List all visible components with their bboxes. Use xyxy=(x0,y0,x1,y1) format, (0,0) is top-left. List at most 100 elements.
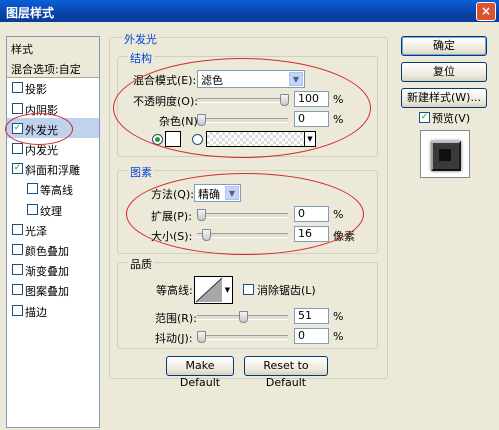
sidebar-item-label: 描边 xyxy=(25,305,47,319)
contour-dropdown[interactable]: ▼ xyxy=(223,276,233,304)
new-style-button[interactable]: 新建样式(W)... xyxy=(401,88,487,108)
technique-select[interactable]: 精确 ▼ xyxy=(194,184,241,202)
range-input[interactable]: 51 xyxy=(294,308,329,324)
sidebar-item-label: 投影 xyxy=(25,83,47,97)
preview-square-icon xyxy=(431,141,461,171)
technique-label: 方法(Q): xyxy=(151,188,194,201)
sidebar-item-checkbox[interactable] xyxy=(12,244,23,255)
window-title: 图层样式 xyxy=(6,6,55,20)
noise-input[interactable]: 0 xyxy=(294,111,329,127)
sidebar-item[interactable]: 纹理 xyxy=(7,199,99,219)
sidebar-item-label: 混合选项:自定 xyxy=(11,63,81,77)
make-default-button[interactable]: Make Default xyxy=(166,356,234,389)
styles-list: 样式 混合选项:自定 投影 内阴影 ✓ 外发光 内发光 ✓ 斜面和浮雕 等高线 纹理 光泽 颜色叠加 渐变… xyxy=(6,36,100,428)
jitter-label: 抖动(J): xyxy=(155,332,193,345)
opacity-label: 不透明度(O): xyxy=(133,95,198,108)
chevron-down-icon: ▼ xyxy=(289,72,303,86)
sidebar-item-label: 内阴影 xyxy=(25,103,58,117)
jitter-unit: % xyxy=(333,330,344,343)
sidebar-item[interactable]: 等高线 xyxy=(7,178,99,198)
blend-mode-label: 混合模式(E): xyxy=(133,74,197,87)
size-slider-thumb[interactable] xyxy=(201,229,211,241)
sidebar-item-label: 光泽 xyxy=(25,224,47,238)
opacity-input[interactable]: 100 xyxy=(294,91,329,107)
sidebar-item[interactable]: 描边 xyxy=(7,300,99,320)
sidebar-item-checkbox[interactable]: ✓ xyxy=(12,122,23,134)
spread-slider-thumb[interactable] xyxy=(197,209,206,221)
outer-glow-title: 外发光 xyxy=(122,31,159,47)
range-label: 范围(R): xyxy=(155,312,197,325)
sidebar-item[interactable]: 图案叠加 xyxy=(7,279,99,299)
preview-label: 预览(V) xyxy=(432,112,471,125)
chevron-down-icon: ▼ xyxy=(224,286,231,294)
sidebar-item[interactable]: 样式 xyxy=(7,37,99,58)
contour-label: 等高线: xyxy=(156,284,193,297)
close-button[interactable]: × xyxy=(476,2,496,21)
reset-to-default-button[interactable]: Reset to Default xyxy=(244,356,328,389)
range-slider-thumb[interactable] xyxy=(239,311,249,323)
sidebar-item[interactable]: 投影 xyxy=(7,77,99,97)
preview-checkbox[interactable]: ✓ xyxy=(419,112,430,123)
glow-color-swatch[interactable] xyxy=(165,131,181,147)
sidebar-item[interactable]: ✓ 外发光 xyxy=(7,117,99,138)
sidebar-item[interactable]: 渐变叠加 xyxy=(7,259,99,279)
sidebar-item-label: 纹理 xyxy=(40,204,62,218)
ok-button[interactable]: 确定 xyxy=(401,36,487,56)
sidebar-item[interactable]: 内发光 xyxy=(7,138,99,158)
sidebar-item-label: 图案叠加 xyxy=(25,285,69,299)
opacity-unit: % xyxy=(333,93,344,106)
jitter-input[interactable]: 0 xyxy=(294,328,329,344)
title-bar: 图层样式 × xyxy=(0,0,499,22)
chevron-down-icon: ▼ xyxy=(225,186,239,200)
contour-picker[interactable] xyxy=(194,276,224,304)
sidebar-item-checkbox[interactable] xyxy=(12,223,23,235)
anti-alias-label: 消除锯齿(L) xyxy=(257,284,316,297)
spread-unit: % xyxy=(333,208,344,221)
sidebar-item-checkbox[interactable] xyxy=(12,102,23,114)
sidebar-item-checkbox[interactable] xyxy=(27,203,38,215)
sidebar-item-checkbox[interactable]: ✓ xyxy=(12,163,23,175)
sidebar-item-checkbox[interactable] xyxy=(12,143,23,154)
sidebar-item-checkbox[interactable] xyxy=(12,82,23,94)
sidebar-item-label: 斜面和浮雕 xyxy=(25,164,80,178)
reset-button[interactable]: 复位 xyxy=(401,62,487,82)
sidebar-item-label: 内发光 xyxy=(25,144,58,157)
radio-dot xyxy=(155,137,160,142)
sidebar-item-checkbox[interactable] xyxy=(12,264,23,276)
sidebar-item[interactable]: 混合选项:自定 xyxy=(7,57,99,79)
style-preview-thumbnail xyxy=(420,130,470,178)
blend-mode-select[interactable]: 滤色 ▼ xyxy=(197,70,305,88)
sidebar-item[interactable]: 光泽 xyxy=(7,219,99,239)
noise-unit: % xyxy=(333,113,344,126)
size-input[interactable]: 16 xyxy=(294,226,329,242)
opacity-slider-track[interactable] xyxy=(197,98,288,103)
noise-slider-track[interactable] xyxy=(197,118,288,123)
jitter-slider-thumb[interactable] xyxy=(197,331,206,343)
sidebar-item-checkbox[interactable] xyxy=(27,183,38,195)
color-radio[interactable] xyxy=(152,134,163,145)
anti-alias-checkbox[interactable] xyxy=(243,284,254,295)
spread-label: 扩展(P): xyxy=(151,210,192,223)
quality-title: 品质 xyxy=(128,256,154,272)
spread-input[interactable]: 0 xyxy=(294,206,329,222)
sidebar-item[interactable]: ✓ 斜面和浮雕 xyxy=(7,158,99,178)
sidebar-item-checkbox[interactable] xyxy=(12,304,23,316)
sidebar-item[interactable]: 内阴影 xyxy=(7,98,99,118)
size-unit: 像素 xyxy=(333,230,355,243)
spread-slider-track[interactable] xyxy=(197,213,288,218)
chevron-down-icon: ▼ xyxy=(304,132,315,146)
size-label: 大小(S): xyxy=(151,230,193,243)
elements-title: 图素 xyxy=(128,164,154,180)
jitter-slider-track[interactable] xyxy=(197,335,288,340)
structure-title: 结构 xyxy=(128,50,154,66)
gradient-picker[interactable]: ▼ xyxy=(206,131,316,147)
opacity-slider-thumb[interactable] xyxy=(280,94,289,106)
sidebar-item-checkbox[interactable] xyxy=(12,284,23,296)
contour-curve-icon xyxy=(195,277,223,303)
sidebar-item[interactable]: 颜色叠加 xyxy=(7,239,99,259)
sidebar-item-label: 样式 xyxy=(11,43,33,56)
noise-slider-thumb[interactable] xyxy=(197,114,206,126)
sidebar-item-label: 渐变叠加 xyxy=(25,265,69,279)
gradient-radio[interactable] xyxy=(192,134,203,145)
sidebar-item-label: 颜色叠加 xyxy=(25,245,69,258)
